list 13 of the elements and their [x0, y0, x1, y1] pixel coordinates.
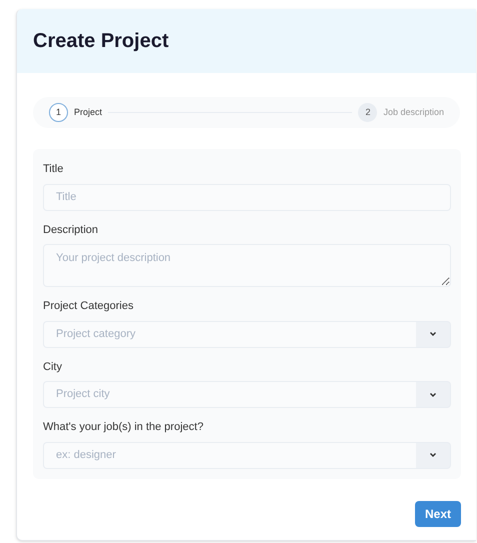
step-number: 2 [358, 103, 378, 122]
step-label[interactable]: Project [74, 106, 102, 120]
field-label: City [43, 360, 63, 374]
field-label: What's your job(s) in the project? [43, 420, 204, 435]
page-title: Create Project [33, 29, 169, 54]
step-label[interactable]: Job description [383, 106, 444, 120]
field-label: Title [43, 162, 64, 177]
text-field[interactable]: Title [43, 184, 451, 210]
field-label: Description [43, 222, 100, 238]
field-label: Project Categories [43, 299, 134, 314]
textarea-field[interactable]: Your project description [43, 244, 451, 287]
step-number: 1 [49, 103, 68, 122]
next-button[interactable]: Next [414, 500, 461, 526]
